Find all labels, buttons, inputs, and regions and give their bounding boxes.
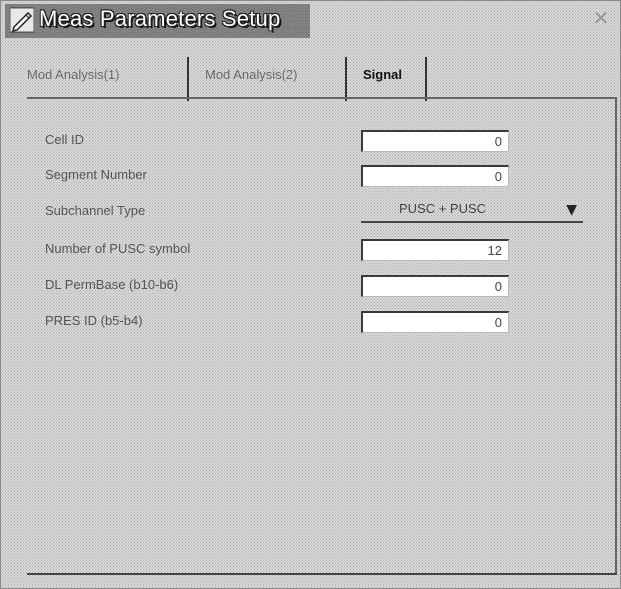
tab-separator	[345, 57, 347, 101]
pres-id-input[interactable]: 0	[361, 311, 509, 333]
pusc-symbol-label: Number of PUSC symbol	[45, 241, 191, 256]
tab-signal[interactable]: Signal	[363, 57, 402, 97]
cell-id-label: Cell ID	[45, 132, 85, 147]
tab-separator	[425, 57, 427, 101]
close-icon[interactable]: ✕	[590, 7, 612, 29]
tab-strip: Mod Analysis(1) Mod Analysis(2) Signal	[27, 57, 587, 101]
subchannel-type-value: PUSC + PUSC	[399, 201, 487, 216]
subchannel-type-label: Subchannel Type	[45, 203, 146, 218]
dl-permbase-label: DL PermBase (b10-b6)	[45, 277, 179, 292]
title-bar[interactable]: Meas Parameters Setup ✕	[1, 1, 620, 39]
dialog-window: Meas Parameters Setup ✕ Mod Analysis(1) …	[0, 0, 621, 589]
chevron-down-icon[interactable]: ▼	[566, 202, 577, 218]
segment-number-label: Segment Number	[45, 167, 147, 182]
subchannel-type-select[interactable]: PUSC + PUSC ▼	[361, 199, 583, 223]
pencil-icon	[9, 7, 35, 33]
cell-id-input[interactable]: 0	[361, 130, 509, 152]
pusc-symbol-input[interactable]: 12	[361, 239, 509, 261]
panel-bottom-border	[27, 573, 617, 575]
tab-separator	[187, 57, 189, 101]
pres-id-label: PRES ID (b5-b4)	[45, 313, 143, 328]
window-title: Meas Parameters Setup	[39, 6, 281, 31]
tab-mod-analysis-1[interactable]: Mod Analysis(1)	[27, 57, 119, 97]
tab-mod-analysis-2[interactable]: Mod Analysis(2)	[205, 57, 297, 97]
segment-number-input[interactable]: 0	[361, 165, 509, 187]
dl-permbase-input[interactable]: 0	[361, 275, 509, 297]
